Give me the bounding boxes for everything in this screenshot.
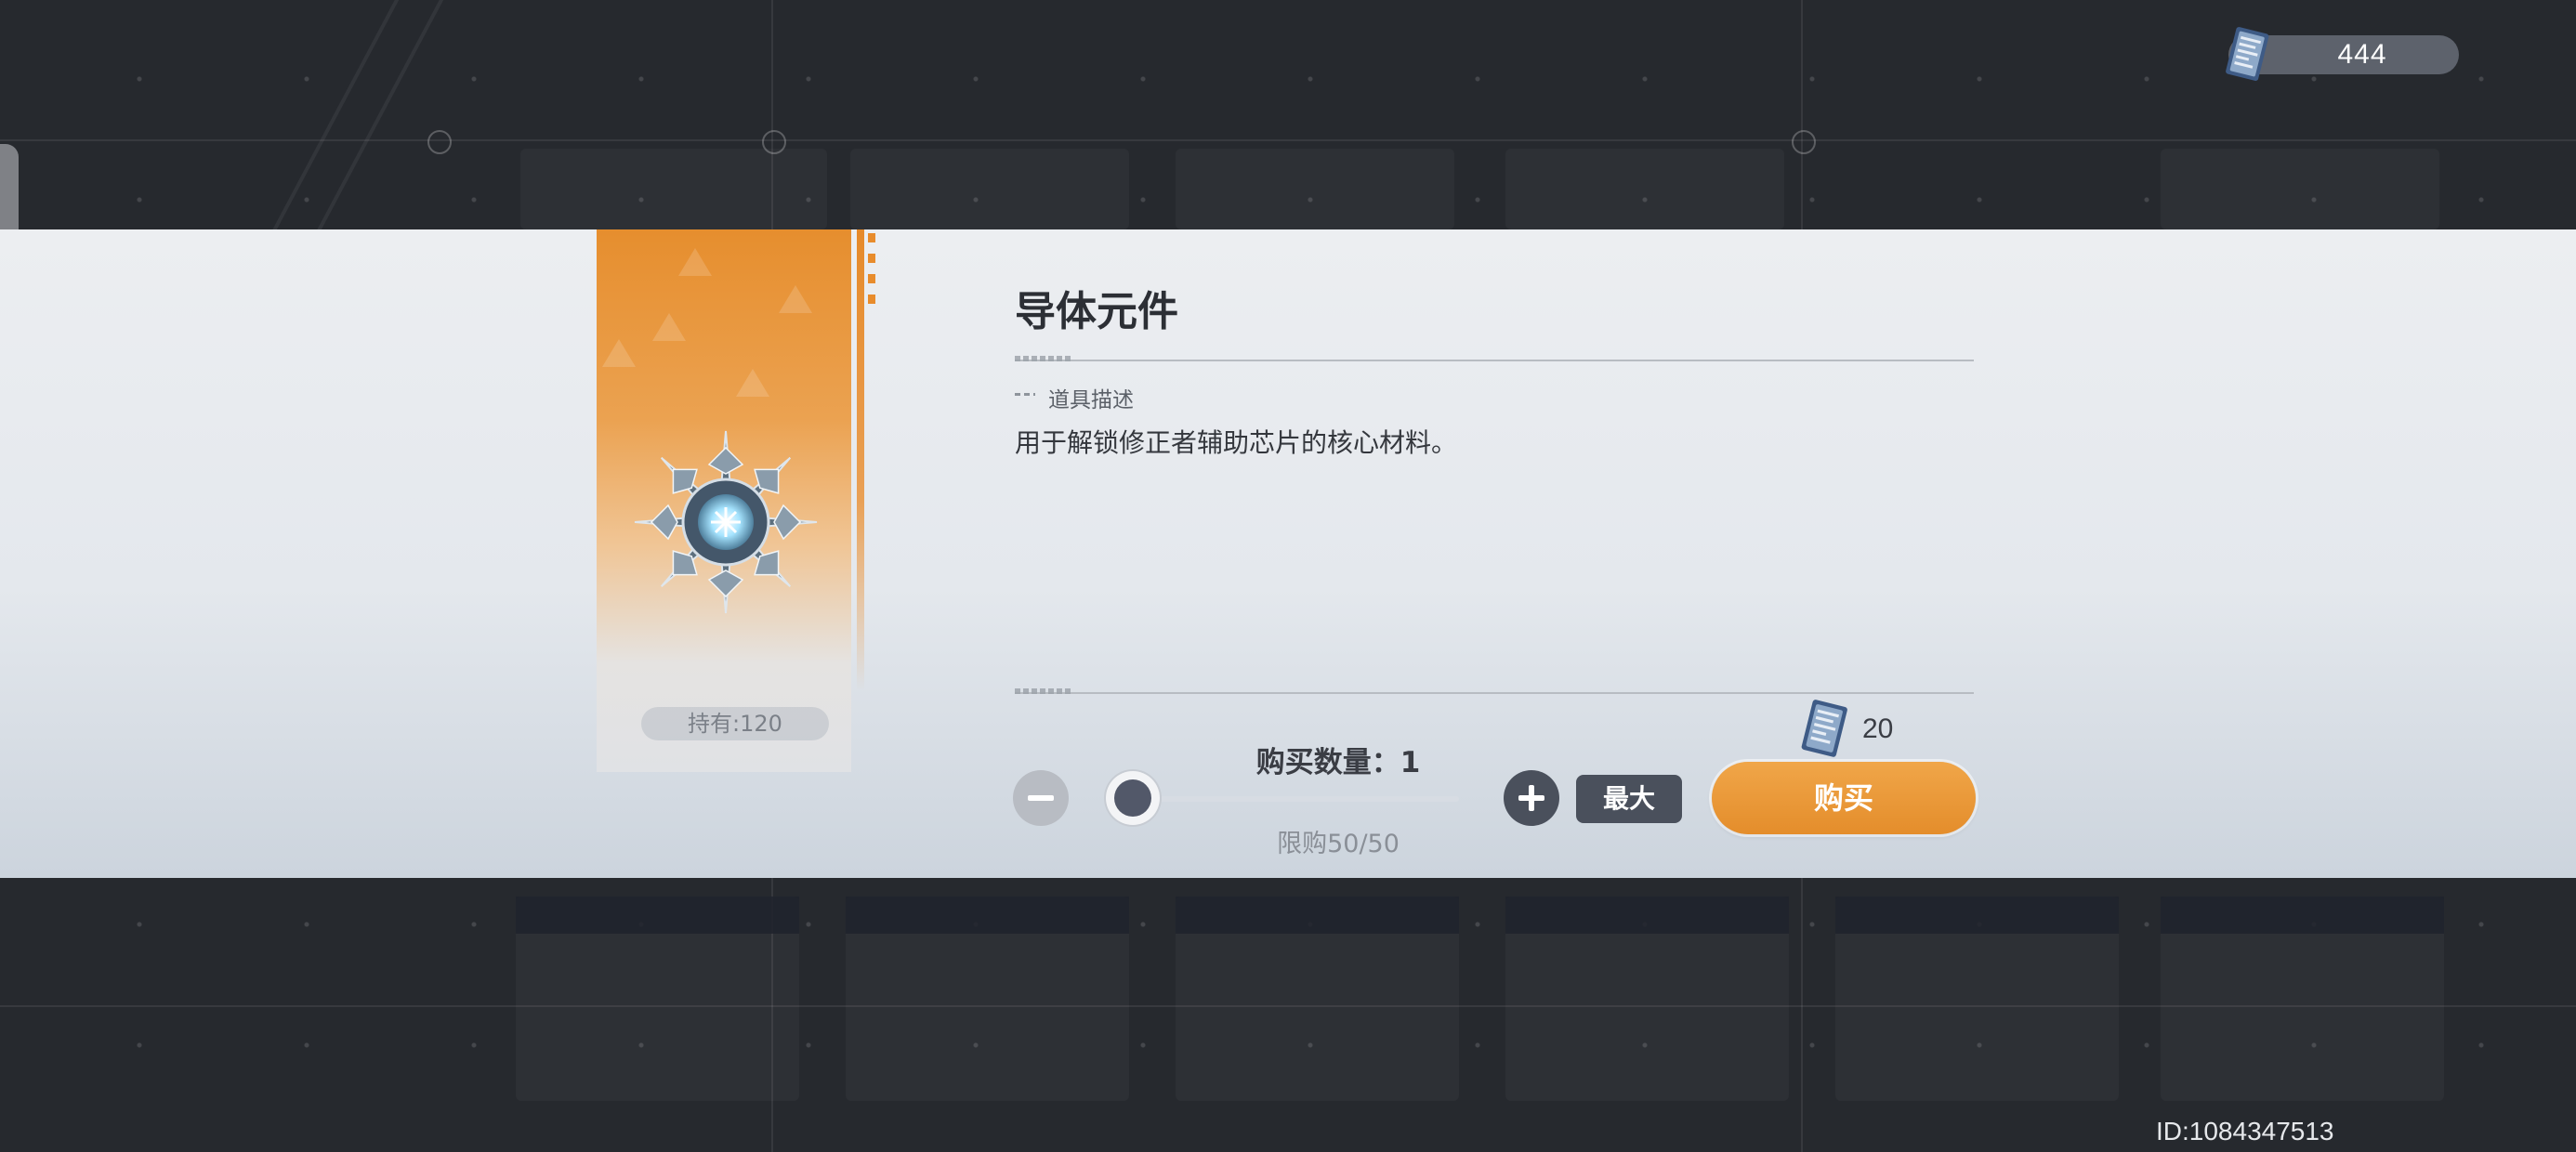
decor-triangle: [779, 285, 812, 313]
background-card: [2161, 149, 2439, 229]
background-card: [1176, 897, 1459, 1101]
section-marker: [1015, 393, 1035, 396]
background-line: [1801, 878, 1803, 1152]
owned-count: 持有:120: [641, 707, 829, 740]
snowflake-crystal-icon: [634, 430, 818, 614]
decor-triangle: [602, 339, 636, 367]
background-line: [0, 139, 2576, 141]
background-card: [516, 897, 799, 1101]
background-card: [1176, 149, 1454, 229]
background-card: [850, 149, 1129, 229]
shop-screen: 444 持有:120 导体元件 道具描述 用于解锁修正者辅助芯片的核心材料。 购…: [0, 0, 2576, 1152]
background-card: [846, 897, 1129, 1101]
background-card: [2161, 897, 2444, 1101]
decrease-button[interactable]: [1013, 770, 1069, 826]
currency-amount: 444: [2337, 39, 2387, 70]
purchase-limit: 限购50/50: [1277, 830, 1400, 858]
item-description: 用于解锁修正者辅助芯片的核心材料。: [1015, 427, 1458, 458]
background-node: [427, 130, 452, 154]
buy-button[interactable]: 购买: [1712, 762, 1976, 834]
quantity-label: 购买数量：: [1255, 746, 1400, 779]
divider: [1015, 688, 1974, 694]
background-card: [1505, 897, 1789, 1101]
max-quantity-button[interactable]: 最大: [1576, 775, 1682, 823]
player-id: ID:1084347513: [2156, 1117, 2334, 1145]
ticket-icon: [2226, 27, 2269, 81]
divider: [1015, 356, 1974, 361]
background-card: [1505, 149, 1784, 229]
ticket-icon: [1801, 700, 1847, 757]
card-accent-marks: [868, 233, 875, 345]
quantity-row: 购买数量：1: [1208, 739, 1468, 780]
quantity-value: 1: [1400, 746, 1421, 779]
price-value: 20: [1862, 713, 1894, 744]
background-line: [1801, 0, 1803, 229]
background-node: [1792, 130, 1816, 154]
description-title: 道具描述: [1048, 388, 1134, 412]
card-accent-stripe: [857, 229, 864, 772]
quantity-slider-handle[interactable]: [1106, 771, 1160, 825]
currency-display: 444: [2226, 27, 2459, 81]
decor-triangle: [736, 369, 769, 397]
background-card: [520, 149, 827, 229]
quantity-slider-track[interactable]: [1132, 796, 1459, 802]
decor-triangle: [678, 248, 712, 276]
decor-triangle: [652, 313, 686, 341]
item-card: [597, 229, 851, 772]
item-name: 导体元件: [1015, 288, 1178, 335]
purchase-panel: 持有:120 导体元件 道具描述 用于解锁修正者辅助芯片的核心材料。 购买数量：…: [0, 229, 2576, 878]
minus-icon: [1028, 795, 1054, 801]
increase-button[interactable]: [1504, 770, 1559, 826]
background-card: [1835, 897, 2119, 1101]
